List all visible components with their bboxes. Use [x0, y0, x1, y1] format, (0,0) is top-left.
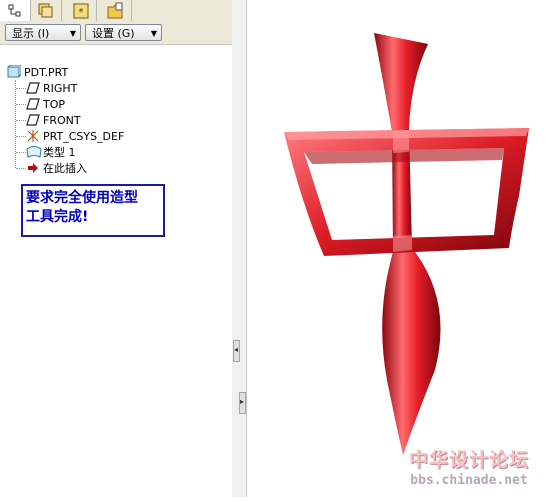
chevron-left-icon: ◂	[234, 345, 239, 354]
tree-item-insert-here[interactable]: 在此插入	[26, 160, 87, 176]
panel-splitter[interactable]: ◂ ▸	[232, 0, 247, 497]
tree-item-label: TOP	[43, 97, 66, 111]
model-tree-icon	[8, 4, 22, 18]
svg-text:*: *	[79, 7, 84, 18]
tree-connector	[16, 88, 26, 89]
instruction-note: 要求完全使用造型 工具完成!	[21, 184, 165, 237]
tree-connector	[16, 152, 26, 153]
watermark-url: bbs.chinade.net	[410, 473, 528, 488]
tree-connector	[16, 136, 26, 137]
navigator-tabs: *	[0, 0, 232, 23]
tree-item-top[interactable]: TOP	[26, 96, 65, 112]
tab-model-tree[interactable]	[0, 0, 31, 21]
csys-icon	[26, 129, 40, 143]
tree-toolbar: 显示 (I) ▼ 设置 (G) ▼	[0, 22, 232, 45]
tab-favorites[interactable]: *	[66, 0, 97, 21]
tree-connector	[16, 168, 26, 169]
layers-icon	[37, 2, 55, 20]
part-icon	[7, 64, 22, 79]
settings-menu-button[interactable]: 设置 (G) ▼	[85, 24, 162, 41]
graphics-viewport[interactable]	[247, 0, 546, 497]
tree-connector	[15, 80, 16, 168]
tree-item-label: RIGHT	[43, 81, 78, 95]
tree-connector	[16, 120, 26, 121]
tree-item-front[interactable]: FRONT	[26, 112, 81, 128]
model-3d-character-zhong	[284, 33, 529, 455]
datum-plane-icon	[26, 113, 40, 127]
datum-plane-icon	[26, 97, 40, 111]
chevron-down-icon: ▼	[69, 29, 76, 38]
tree-item-csys[interactable]: PRT_CSYS_DEF	[26, 128, 124, 144]
show-menu-button[interactable]: 显示 (I) ▼	[5, 24, 81, 41]
tree-item-label: FRONT	[43, 113, 81, 127]
collapse-left-handle[interactable]: ◂	[233, 340, 240, 362]
chevron-right-icon: ▸	[240, 397, 245, 406]
tab-layers[interactable]	[31, 0, 62, 21]
tree-root-label: PDT.PRT	[24, 65, 69, 79]
vertical-stroke	[374, 33, 428, 132]
favorites-icon: *	[72, 2, 90, 20]
watermark-title: 中华设计论坛	[408, 449, 529, 471]
settings-menu-label: 设置 (G)	[92, 27, 135, 40]
folder-icon	[106, 2, 126, 20]
instruction-line-1: 要求完全使用造型	[26, 190, 138, 206]
tree-item-right[interactable]: RIGHT	[26, 80, 77, 96]
watermark: 中华设计论坛 bbs.chinade.net	[396, 448, 542, 494]
tree-connector	[16, 104, 26, 105]
style-feature-icon	[26, 145, 42, 159]
tree-root[interactable]: PDT.PRT	[7, 64, 68, 80]
instruction-line-2: 工具完成!	[26, 209, 89, 225]
chevron-down-icon: ▼	[150, 29, 157, 38]
tab-folder[interactable]	[101, 0, 132, 21]
expand-right-handle[interactable]: ▸	[239, 392, 246, 414]
model-tree-panel: * 显示 (I) ▼ 设置 (G) ▼ PDT.PRT RIGHT TOP FR…	[0, 0, 233, 497]
tree-item-label: 类型 1	[43, 146, 76, 159]
tree-item-label: PRT_CSYS_DEF	[43, 129, 125, 143]
show-menu-label: 显示 (I)	[12, 27, 50, 40]
insert-arrow-icon	[26, 161, 40, 175]
datum-plane-icon	[26, 81, 40, 95]
tree-item-style-feature[interactable]: 类型 1	[26, 144, 76, 160]
tree-item-label: 在此插入	[43, 162, 87, 175]
